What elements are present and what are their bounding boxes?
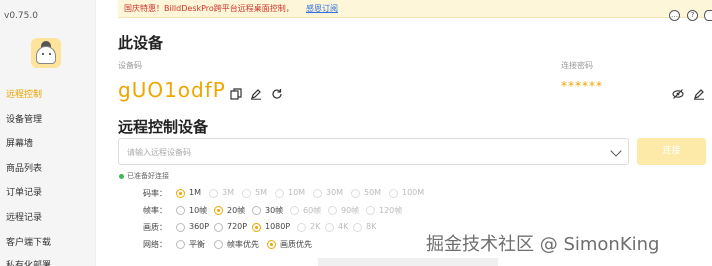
- refresh-icon[interactable]: [271, 88, 283, 100]
- fps-option-label[interactable]: 20帧: [227, 205, 245, 216]
- sidebar-item-remote-control[interactable]: 远程控制: [6, 87, 42, 100]
- chevron-down-icon[interactable]: [610, 145, 622, 157]
- sidebar-item-private-deploy[interactable]: 私有化部署: [6, 258, 51, 266]
- eye-off-icon[interactable]: [672, 88, 684, 100]
- resolution-option-label[interactable]: 360P: [189, 222, 209, 231]
- fps-radio[interactable]: [176, 206, 185, 215]
- fps-option-label: 90帧: [341, 206, 360, 215]
- bitrate-radio: [242, 189, 251, 198]
- settings-icon[interactable]: [704, 10, 712, 21]
- bitrate-radio: [351, 189, 360, 198]
- network-option-label[interactable]: 平衡: [189, 239, 205, 250]
- fps-radio[interactable]: [252, 206, 261, 215]
- watermark: 掘金技术社区 @ SimonKing: [426, 234, 660, 255]
- promo-banner: 国庆特惠！BilldDeskPro跨平台远程桌面控制， 感恩订阅: [118, 0, 712, 18]
- fps-option-label[interactable]: 10帧: [189, 205, 207, 216]
- resolution-label: 画质：: [143, 223, 167, 232]
- resolution-radio: [297, 223, 306, 232]
- device-code-label: 设备码: [118, 61, 142, 70]
- edit-password-icon[interactable]: [693, 88, 705, 100]
- app-logo: [31, 38, 61, 68]
- resolution-radio: [325, 223, 334, 232]
- sidebar-item-client-download[interactable]: 客户端下载: [6, 235, 51, 248]
- fps-radio: [328, 206, 337, 215]
- connect-button[interactable]: 连接: [637, 138, 706, 165]
- bitrate-radio: [275, 189, 284, 198]
- network-option-label[interactable]: 帧率优先: [227, 239, 259, 250]
- bitrate-option-label: 5M: [255, 188, 267, 197]
- bitrate-option-label: 50M: [364, 188, 382, 197]
- password-masked: ******: [561, 79, 603, 93]
- fps-option-label[interactable]: 30帧: [265, 205, 283, 216]
- network-option-label[interactable]: 画质优先: [280, 239, 312, 250]
- resolution-option-label[interactable]: 1080P: [265, 222, 290, 231]
- connection-status: 已准备好连接: [127, 172, 169, 180]
- fps-label: 帧率：: [143, 206, 167, 215]
- network-radio[interactable]: [267, 240, 276, 249]
- fps-option-label: 60帧: [303, 206, 322, 215]
- resolution-radio[interactable]: [252, 223, 261, 232]
- copy-icon[interactable]: [230, 88, 242, 100]
- bitrate-label: 码率：: [143, 189, 167, 198]
- remote-code-input[interactable]: [127, 145, 597, 159]
- network-label: 网络：: [143, 240, 167, 249]
- bitrate-option-label: 100M: [402, 188, 425, 197]
- version-label: v0.75.0: [4, 11, 38, 21]
- remote-control-title: 远程控制设备: [118, 118, 209, 136]
- resolution-option-label: 2K: [310, 222, 321, 231]
- network-radio[interactable]: [176, 240, 185, 249]
- sidebar-item-screen-wall[interactable]: 屏幕墙: [6, 136, 33, 149]
- edit-icon[interactable]: [250, 88, 262, 100]
- bitrate-radio[interactable]: [176, 189, 185, 198]
- resolution-option-label: 4K: [338, 222, 349, 231]
- fps-radio: [366, 206, 375, 215]
- sidebar-item-remote-records[interactable]: 远程记录: [6, 210, 42, 223]
- bottom-scroll-area: [318, 258, 498, 266]
- resolution-radio[interactable]: [214, 223, 223, 232]
- resolution-radio[interactable]: [176, 223, 185, 232]
- bitrate-radio: [389, 189, 398, 198]
- fps-radio[interactable]: [214, 206, 223, 215]
- sidebar-item-device-management[interactable]: 设备管理: [6, 112, 42, 125]
- password-label: 连接密码: [561, 61, 593, 70]
- sidebar: v0.75.0 远程控制 设备管理 屏幕墙 商品列表 订单记录 远程记录 客户端…: [0, 0, 96, 266]
- this-device-title: 此设备: [118, 34, 164, 52]
- resolution-option-label[interactable]: 720P: [227, 222, 247, 231]
- device-code: gUO1odfP: [118, 78, 226, 102]
- fps-radio: [290, 206, 299, 215]
- chat-icon[interactable]: …: [669, 10, 680, 21]
- resolution-radio: [353, 223, 362, 232]
- fps-option-label: 120帧: [379, 206, 403, 215]
- banner-text: 国庆特惠！BilldDeskPro跨平台远程桌面控制，: [124, 4, 294, 13]
- bitrate-radio: [313, 189, 322, 198]
- status-dot-icon: [119, 174, 124, 179]
- network-radio[interactable]: [214, 240, 223, 249]
- sidebar-item-products[interactable]: 商品列表: [6, 161, 42, 174]
- bitrate-option-label: 10M: [288, 188, 306, 197]
- resolution-option-label: 8K: [366, 222, 377, 231]
- remote-code-select[interactable]: [118, 138, 629, 165]
- bitrate-option-label[interactable]: 1M: [189, 188, 201, 197]
- banner-subscribe-link[interactable]: 感恩订阅: [306, 3, 338, 14]
- logo-ghost: [36, 46, 56, 64]
- bitrate-option-label: 3M: [222, 188, 234, 197]
- bitrate-radio: [209, 189, 218, 198]
- sidebar-item-orders[interactable]: 订单记录: [6, 185, 42, 198]
- bitrate-option-label: 30M: [326, 188, 344, 197]
- help-icon[interactable]: ?: [687, 10, 698, 21]
